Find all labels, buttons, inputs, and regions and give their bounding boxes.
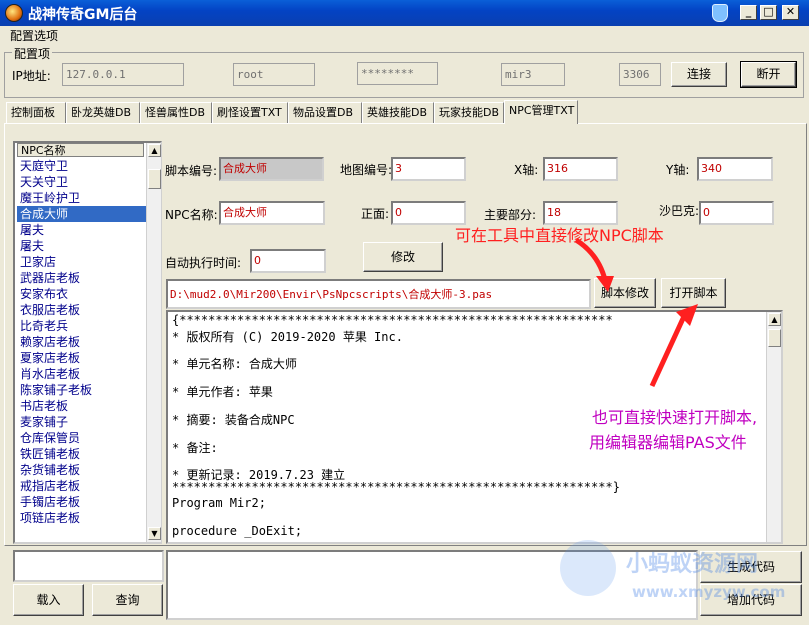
arrow-head-edit	[596, 276, 614, 292]
load-button[interactable]: 载入	[13, 584, 84, 616]
annotation-arrows	[574, 237, 698, 388]
watermark-url: www.xmyzyw.com	[632, 583, 786, 601]
arrow-to-open-script	[649, 310, 689, 388]
watermark-logo-icon	[560, 540, 616, 596]
watermark-text: 小蚂蚁资源网	[626, 552, 759, 577]
bottom-input[interactable]	[13, 550, 164, 582]
bottom-output[interactable]	[166, 550, 698, 620]
query-button[interactable]: 查询	[92, 584, 163, 616]
tab-7[interactable]: NPC管理TXT	[504, 100, 578, 124]
